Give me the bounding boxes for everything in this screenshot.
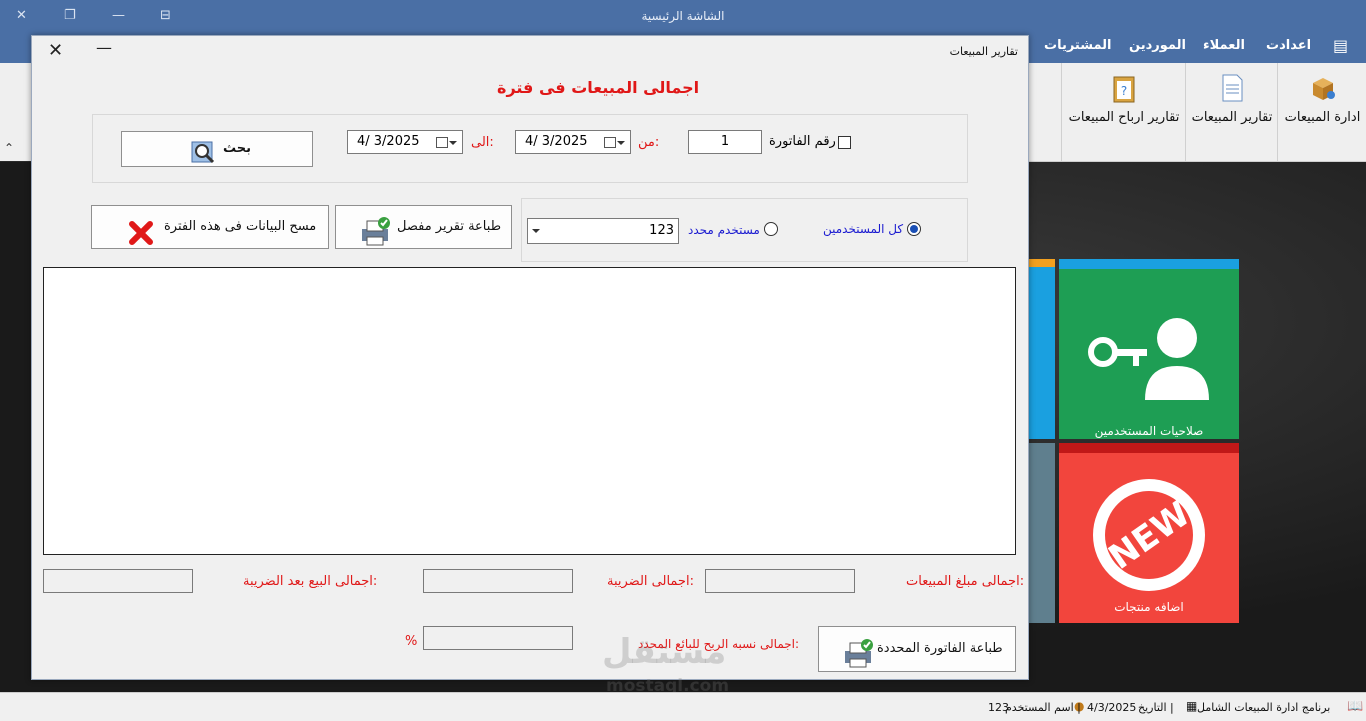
ribbon-sales-reports[interactable]: تقارير المبيعات: [1185, 63, 1278, 161]
percent-sign: %: [405, 634, 418, 649]
tile-label: صلاحيات المستخدمين: [1094, 424, 1204, 438]
status-bar: 📖 برنامج ادارة المبيعات الشامل ▦ التاريخ…: [0, 692, 1366, 721]
search-group: رقم الفاتورة 1 من: 4/ 3/2025 الى: 4/ 3/2…: [92, 114, 968, 183]
to-date-picker[interactable]: 4/ 3/2025: [347, 130, 463, 154]
user-select-value: 123: [649, 223, 674, 238]
specific-user-radio[interactable]: [764, 222, 778, 236]
total-sales-label: اجمالى مبلغ المبيعات:: [906, 574, 1025, 589]
document-icon: [1222, 74, 1243, 102]
watermark-brand: مستقل: [602, 632, 727, 672]
from-date-picker[interactable]: 4/ 3/2025: [515, 130, 631, 154]
status-user-label: اسم المستخدم |: [1005, 701, 1081, 714]
from-label: من:: [638, 135, 660, 150]
print-detailed-report-label: طباعة تقرير مفصل: [397, 219, 502, 234]
user-filter-group: كل المستخدمين مستخدم محدد 123: [521, 198, 968, 262]
menu-purchases[interactable]: المشتريات: [1044, 38, 1112, 53]
all-users-radio[interactable]: [907, 222, 921, 236]
main-title-bar: ✕ ❐ — ⊟ الشاشة الرئيسية: [0, 0, 1366, 34]
collapse-ribbon-icon[interactable]: ⌃: [4, 141, 14, 155]
clear-period-data-button[interactable]: مسح البيانات فى هذه الفترة: [91, 205, 329, 249]
menu-suppliers[interactable]: الموردين: [1129, 38, 1186, 53]
invoice-number-checkbox[interactable]: [838, 136, 851, 149]
user-select[interactable]: 123: [527, 218, 679, 244]
calendar-icon: ▦: [1186, 699, 1198, 713]
search-button[interactable]: بحث: [121, 131, 313, 167]
profit-percent-field: [423, 626, 573, 650]
window-title: الشاشة الرئيسية: [641, 9, 725, 23]
all-users-label: كل المستخدمين: [823, 222, 904, 236]
status-date-label: التاريخ |: [1138, 701, 1174, 714]
calendar-icon: [604, 137, 616, 148]
to-date-value: 4/ 3/2025: [357, 134, 420, 149]
chevron-down-icon: [532, 229, 540, 233]
tile-partial-blue[interactable]: [1027, 259, 1055, 439]
total-after-tax-label: اجمالى البيع بعد الضريبة:: [243, 574, 378, 589]
search-button-label: بحث: [223, 141, 252, 156]
from-date-value: 4/ 3/2025: [525, 134, 588, 149]
clear-period-data-label: مسح البيانات فى هذه الفترة: [164, 219, 317, 234]
svg-text:?: ?: [1121, 84, 1127, 98]
delete-x-icon: [129, 221, 153, 245]
menu-customers[interactable]: العملاء: [1203, 38, 1245, 53]
total-tax-label: اجمالى الضريبة:: [607, 574, 694, 589]
ribbon-profit-reports[interactable]: ? تقارير ارباح المبيعات: [1061, 63, 1186, 161]
user-key-icon: [1088, 318, 1209, 400]
clipboard-icon: ?: [1113, 76, 1135, 103]
tile-label: اضافه منتجات: [1114, 600, 1184, 614]
chevron-down-icon: [449, 141, 457, 145]
tile-partial-gray[interactable]: [1027, 443, 1055, 623]
print-selected-invoice-button[interactable]: طباعة الفاتورة المحددة: [818, 626, 1016, 672]
dialog-minimize-icon[interactable]: —: [96, 38, 112, 57]
invoice-number-label: رقم الفاتورة: [769, 134, 836, 149]
results-grid[interactable]: [43, 267, 1016, 555]
specific-user-label: مستخدم محدد: [688, 223, 760, 237]
chevron-down-icon: [617, 141, 625, 145]
menu-settings[interactable]: اعدادت: [1266, 38, 1311, 53]
print-detailed-report-button[interactable]: طباعة تقرير مفصل: [335, 205, 512, 249]
status-date-value: 4/3/2025: [1087, 701, 1137, 714]
tile-add-products[interactable]: NEW اضافه منتجات: [1059, 443, 1239, 623]
total-after-tax-field: [43, 569, 193, 593]
dialog-close-icon[interactable]: ✕: [48, 40, 63, 61]
sales-reports-dialog: ✕ — تقارير المبيعات اجمالى المبيعات فى ف…: [31, 35, 1029, 696]
printer-icon: [362, 217, 390, 246]
to-label: الى:: [471, 135, 494, 150]
print-selected-invoice-label: طباعة الفاتورة المحددة: [877, 641, 1003, 656]
ribbon-sales-management[interactable]: ادارة المبيعات: [1277, 63, 1366, 161]
total-sales-field: [705, 569, 855, 593]
calendar-icon: [436, 137, 448, 148]
ribbon-label: تقارير ارباح المبيعات: [1068, 110, 1180, 125]
new-badge-icon: NEW: [1093, 479, 1205, 591]
dialog-caption: تقارير المبيعات: [949, 45, 1018, 58]
ribbon-label: تقارير المبيعات: [1191, 110, 1273, 125]
magnifier-icon: [191, 141, 215, 164]
menu-list-icon[interactable]: ▤: [1333, 36, 1348, 55]
status-app-name: برنامج ادارة المبيعات الشامل: [1197, 701, 1331, 714]
tile-user-permissions[interactable]: صلاحيات المستخدمين: [1059, 259, 1239, 439]
invoice-number-field[interactable]: 1: [688, 130, 762, 154]
box-icon: [1312, 78, 1335, 100]
app-book-icon: 📖: [1347, 699, 1364, 714]
printer-icon: [845, 639, 873, 668]
ribbon-label: ادارة المبيعات: [1284, 110, 1361, 125]
dialog-heading: اجمالى المبيعات فى فترة: [497, 78, 700, 97]
status-user-value: 123: [988, 701, 1009, 714]
total-tax-field: [423, 569, 573, 593]
